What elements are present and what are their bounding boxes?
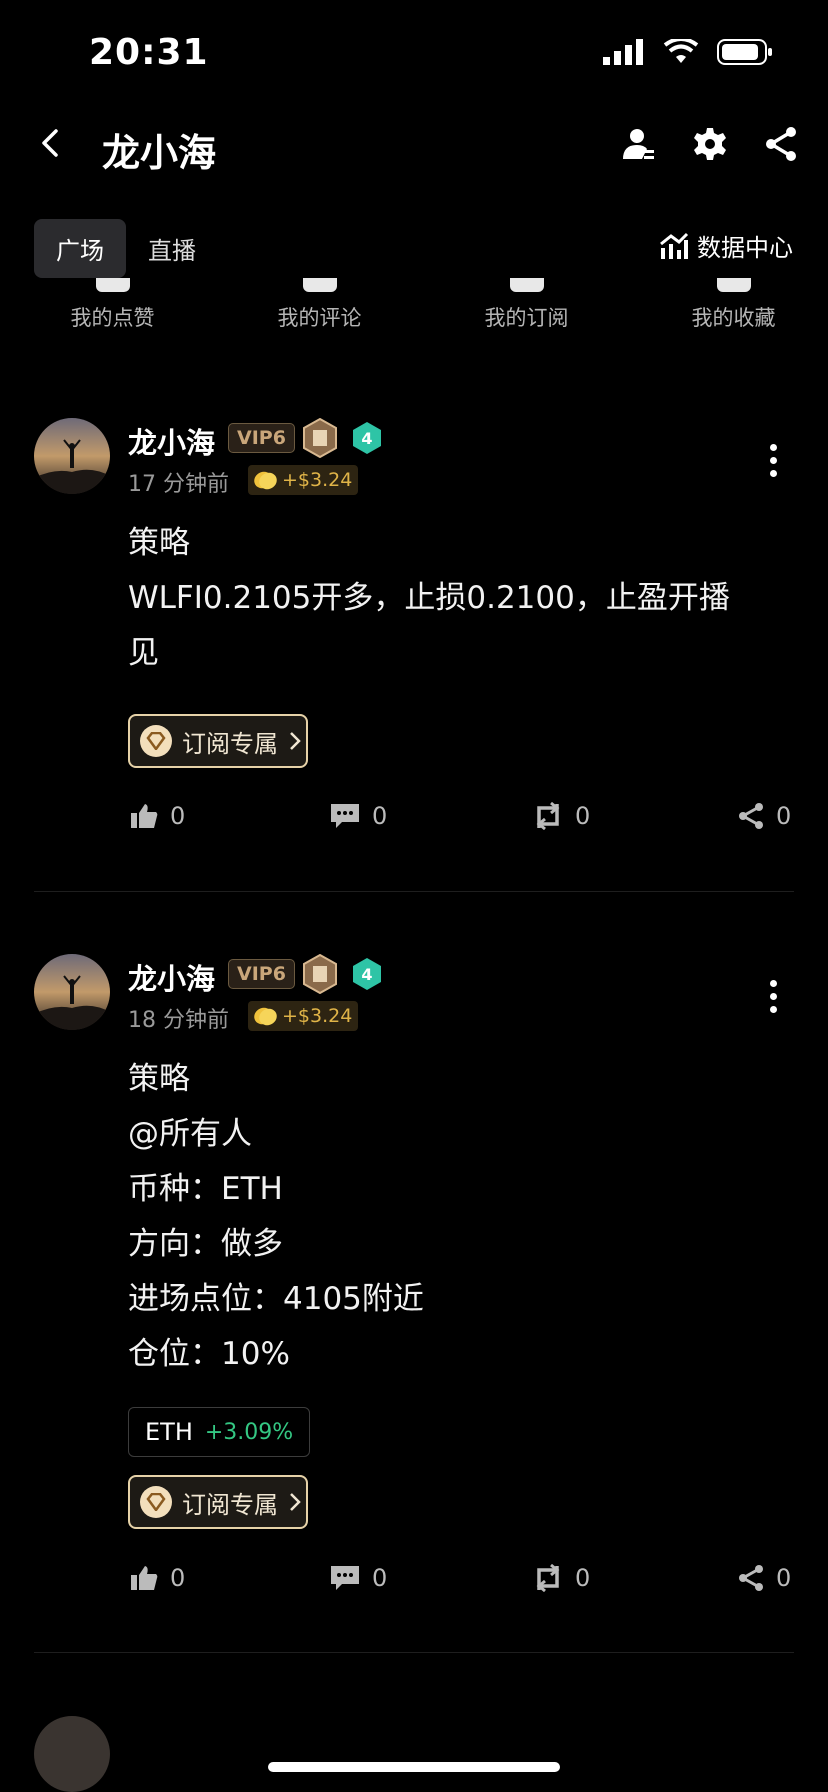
quick-link-likes[interactable]: 我的点赞 — [18, 262, 207, 332]
quick-link-comments[interactable]: 我的评论 — [225, 262, 414, 332]
repost-icon — [536, 802, 560, 830]
next-post-avatar — [34, 1716, 110, 1792]
chevron-right-icon — [290, 1493, 301, 1511]
share-icon[interactable] — [764, 126, 798, 162]
page-title: 龙小海 — [102, 131, 217, 175]
post-content[interactable]: 策略 @所有人 币种：ETH 方向：做多 进场点位：4105附近 仓位：10% — [128, 1052, 424, 1382]
level-badge-icon: 4 — [353, 958, 381, 990]
home-indicator[interactable] — [268, 1762, 560, 1772]
share-post-button[interactable]: 0 — [738, 802, 791, 830]
back-icon[interactable] — [36, 128, 66, 158]
diamond-icon — [509, 278, 544, 292]
coin-change: +3.09% — [204, 1419, 294, 1445]
battery-icon — [717, 39, 772, 65]
reward-badge: +$3.24 — [248, 465, 359, 495]
share-icon — [739, 803, 763, 829]
subscribe-exclusive-button[interactable]: 订阅专属 — [128, 1475, 308, 1529]
chart-icon — [660, 232, 689, 259]
level-badge-icon: 4 — [353, 422, 381, 454]
repost-button[interactable]: 0 — [533, 1564, 590, 1592]
like-button[interactable]: 0 — [130, 1564, 185, 1592]
comment-button[interactable]: 0 — [330, 802, 387, 830]
diamond-icon — [140, 725, 172, 757]
signal-icon — [603, 39, 643, 65]
subscribe-label: 订阅专属 — [182, 1490, 278, 1519]
comment-icon — [331, 1566, 359, 1590]
like-button[interactable]: 0 — [130, 802, 185, 830]
comment-button[interactable]: 0 — [330, 1564, 387, 1592]
bookmark-icon — [716, 278, 751, 292]
divider — [34, 1652, 794, 1653]
status-time: 20:31 — [89, 32, 209, 73]
reward-value: +$3.24 — [282, 469, 353, 491]
nav-actions — [620, 126, 798, 162]
divider — [34, 891, 794, 892]
post-time: 18 分钟前 — [128, 1008, 229, 1033]
avatar[interactable] — [34, 418, 110, 494]
chevron-right-icon — [290, 732, 301, 750]
more-icon[interactable] — [770, 444, 778, 483]
medal-badge-icon — [303, 418, 337, 458]
subscribe-exclusive-button[interactable]: 订阅专属 — [128, 714, 308, 768]
post-actions: 0 0 0 0 — [0, 802, 828, 842]
vip-badge: VIP6 — [228, 423, 295, 453]
vip-badge: VIP6 — [228, 959, 295, 989]
comment-icon — [302, 278, 337, 292]
author-name[interactable]: 龙小海 — [128, 420, 215, 462]
svg-text:4: 4 — [361, 965, 372, 984]
thumb-icon — [95, 278, 130, 292]
gear-icon[interactable] — [692, 126, 728, 162]
reward-value: +$3.24 — [282, 1005, 353, 1027]
medal-badge-icon — [303, 954, 337, 994]
repost-icon — [536, 1564, 560, 1592]
repost-button[interactable]: 0 — [533, 802, 590, 830]
author-name[interactable]: 龙小海 — [128, 956, 215, 998]
post-actions: 0 0 0 0 — [0, 1564, 828, 1604]
diamond-icon — [140, 1486, 172, 1518]
quick-link-favorites[interactable]: 我的收藏 — [639, 262, 828, 332]
post-time: 17 分钟前 — [128, 472, 229, 497]
coin-icon — [254, 471, 277, 490]
share-post-button[interactable]: 0 — [738, 1564, 791, 1592]
comment-icon — [331, 804, 359, 828]
user-manage-icon[interactable] — [620, 126, 656, 162]
coin-symbol: ETH — [145, 1418, 193, 1446]
thumb-up-icon — [131, 1566, 158, 1590]
avatar[interactable] — [34, 954, 110, 1030]
more-icon[interactable] — [770, 980, 778, 1019]
share-icon — [739, 1565, 763, 1591]
data-center-label: 数据中心 — [697, 234, 793, 262]
quick-links: 我的点赞 我的评论 我的订阅 我的收藏 — [0, 262, 828, 332]
post-content[interactable]: 策略 WLFI0.2105开多，止损0.2100，止盈开播 见 — [128, 516, 730, 681]
reward-badge: +$3.24 — [248, 1001, 359, 1031]
svg-text:4: 4 — [361, 429, 372, 448]
status-icons — [603, 38, 773, 66]
coin-tag[interactable]: ETH +3.09% — [128, 1407, 311, 1457]
data-center-link[interactable]: 数据中心 — [659, 228, 793, 263]
coin-icon — [254, 1007, 277, 1026]
subscribe-label: 订阅专属 — [182, 729, 278, 758]
wifi-icon — [663, 39, 699, 63]
quick-link-subscriptions[interactable]: 我的订阅 — [432, 262, 621, 332]
thumb-up-icon — [131, 804, 158, 828]
